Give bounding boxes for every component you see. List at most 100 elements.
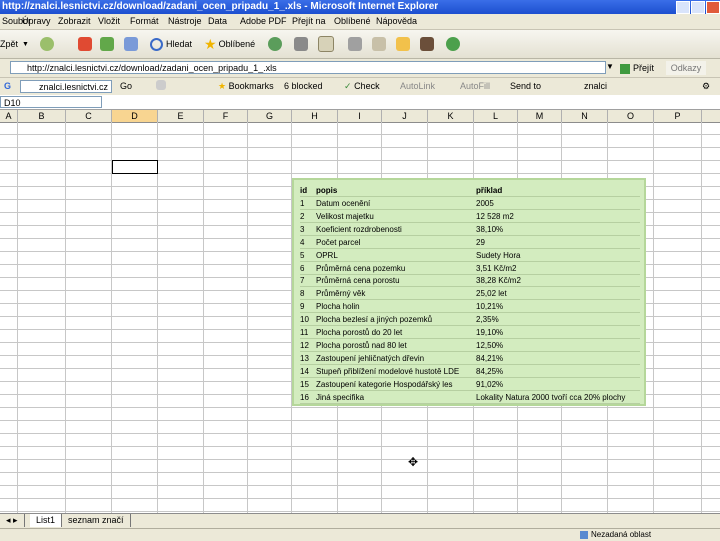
column-header-h[interactable]: H <box>292 110 338 122</box>
row-gridline <box>0 459 720 460</box>
menu-item-view[interactable]: Zobrazit <box>58 15 91 28</box>
status-bar: Nezadaná oblast <box>0 528 720 541</box>
refresh-button[interactable] <box>100 36 117 52</box>
blocked-label: 6 blocked <box>284 81 323 91</box>
edit-icon <box>372 37 386 51</box>
table-row: 9 Plocha holin 10,21% <box>300 300 640 314</box>
chevron-down-icon[interactable]: ▼ <box>22 41 29 48</box>
menu-item-format[interactable]: Formát <box>130 15 159 28</box>
sendto-button[interactable]: Send to <box>510 80 541 93</box>
cell-popis: Průměrná cena pozemku <box>316 263 406 273</box>
sheet-tabs: ◂ ▸ List1 seznam značí <box>0 513 720 528</box>
column-header-o[interactable]: O <box>608 110 654 122</box>
mail-icon <box>318 36 334 52</box>
go-button[interactable]: Přejít <box>620 61 654 75</box>
row-gridline <box>0 498 720 499</box>
research-button[interactable] <box>420 36 437 52</box>
spreadsheet-grid[interactable]: ABCDEFGHIJKLMNOP id popis příklad 1 Datum… <box>0 110 720 513</box>
column-header-p[interactable]: P <box>654 110 702 122</box>
name-box[interactable]: D10 <box>0 96 102 108</box>
cell-popis: Průměrná cena porostu <box>316 276 400 286</box>
google-go-button[interactable]: Go <box>120 80 132 93</box>
cell-priklad: Lokality Natura 2000 tvoří cca 20% ploch… <box>476 392 626 402</box>
mail-button[interactable] <box>318 36 337 52</box>
znalci-label: znalci <box>584 81 608 91</box>
settings-icon[interactable]: ⚙ <box>702 80 710 93</box>
messenger-button[interactable] <box>446 36 463 52</box>
status-zone: Nezadaná oblast <box>580 529 651 541</box>
table-row: 6 Průměrná cena pozemku 3,51 Kč/m2 <box>300 262 640 275</box>
edit-button[interactable] <box>372 36 389 52</box>
autolink-button[interactable]: AutoLink <box>400 80 435 93</box>
address-dropdown-icon[interactable]: ▼ <box>606 62 614 71</box>
cell-priklad: 19,10% <box>476 328 504 337</box>
maximize-button[interactable] <box>691 1 705 14</box>
column-header-d[interactable]: D <box>112 110 158 122</box>
menu-item-help[interactable]: Nápověda <box>376 15 417 28</box>
media-button[interactable] <box>294 36 311 52</box>
stop-button[interactable] <box>78 36 95 52</box>
google-toolbar: G znalci.lesnictvi.cz Go ★ Bookmarks 6 b… <box>0 78 720 96</box>
popup-blocker[interactable]: 6 blocked <box>284 80 323 93</box>
window-title-bar: http://znalci.lesnictvi.cz/download/zada… <box>0 0 720 14</box>
menu-item-data[interactable]: Data <box>208 15 227 28</box>
back-button[interactable]: Zpět ▼ <box>0 36 29 52</box>
column-header-c[interactable]: C <box>66 110 112 122</box>
column-header-j[interactable]: J <box>382 110 428 122</box>
sheet-tab-list1[interactable]: List1 <box>30 514 63 527</box>
address-input[interactable]: http://znalci.lesnictvi.cz/download/zada… <box>10 61 606 74</box>
menu-item-adobe-pdf[interactable]: Adobe PDF <box>240 15 287 28</box>
bookmarks-label: Bookmarks <box>228 81 274 91</box>
column-header-i[interactable]: I <box>338 110 382 122</box>
links-button[interactable]: Odkazy <box>666 61 706 75</box>
table-row: 16 Jiná specifika Lokality Natura 2000 tvo… <box>300 391 640 404</box>
row-gridline <box>0 446 720 447</box>
home-button[interactable] <box>124 36 141 52</box>
column-header-n[interactable]: N <box>562 110 608 122</box>
menu-item-edit[interactable]: Úpravy <box>22 15 51 28</box>
menu-item-favorites[interactable]: Oblíbené <box>334 15 371 28</box>
autofill-button[interactable]: AutoFill <box>460 80 490 93</box>
table-row: 2 Velikost majetku 12 528 m2 <box>300 210 640 223</box>
header-priklad: příklad <box>476 186 503 195</box>
column-header-a[interactable]: A <box>0 110 18 122</box>
print-button[interactable] <box>348 36 365 52</box>
column-header-f[interactable]: F <box>204 110 248 122</box>
selected-cell[interactable] <box>112 160 158 174</box>
forward-button[interactable] <box>40 36 57 52</box>
column-header-l[interactable]: L <box>474 110 518 122</box>
search-button[interactable]: Hledat <box>150 36 192 52</box>
favorites-button[interactable]: ★ Oblíbené <box>204 36 255 52</box>
google-search-input[interactable]: znalci.lesnictvi.cz <box>20 80 112 93</box>
news-icon[interactable] <box>156 80 166 90</box>
column-header-g[interactable]: G <box>248 110 292 122</box>
column-header-b[interactable]: B <box>18 110 66 122</box>
close-button[interactable] <box>706 1 720 14</box>
refresh-icon <box>100 37 114 51</box>
cell-id: 5 <box>300 250 305 260</box>
check-icon: ✓ <box>344 81 352 91</box>
sheet-nav-arrows[interactable]: ◂ ▸ <box>0 514 25 527</box>
znalci-button[interactable]: znalci <box>584 80 607 93</box>
menu-item-tools[interactable]: Nástroje <box>168 15 202 28</box>
column-header-m[interactable]: M <box>518 110 562 122</box>
cell-priklad: 29 <box>476 237 485 247</box>
google-logo[interactable]: G <box>4 80 11 93</box>
note-icon <box>396 37 410 51</box>
history-button[interactable] <box>268 36 285 52</box>
sheet-tab-seznam[interactable]: seznam značí <box>62 514 131 527</box>
menu-item-go[interactable]: Přejít na <box>292 15 326 28</box>
bookmarks-button[interactable]: ★ Bookmarks <box>218 80 274 93</box>
autolink-label: AutoLink <box>400 81 436 91</box>
menu-item-insert[interactable]: Vložit <box>98 15 120 28</box>
cell-priklad: 10,21% <box>476 302 504 312</box>
column-header-k[interactable]: K <box>428 110 474 122</box>
cell-popis: Jiná specifika <box>316 392 365 402</box>
column-header-e[interactable]: E <box>158 110 204 122</box>
discuss-button[interactable] <box>396 36 413 52</box>
cell-priklad: 12 528 m2 <box>476 211 514 221</box>
search-icon <box>150 37 163 51</box>
minimize-button[interactable] <box>676 1 690 14</box>
cell-popis: Plocha porostů do 20 let <box>316 328 403 337</box>
check-button[interactable]: ✓ Check <box>344 80 380 93</box>
